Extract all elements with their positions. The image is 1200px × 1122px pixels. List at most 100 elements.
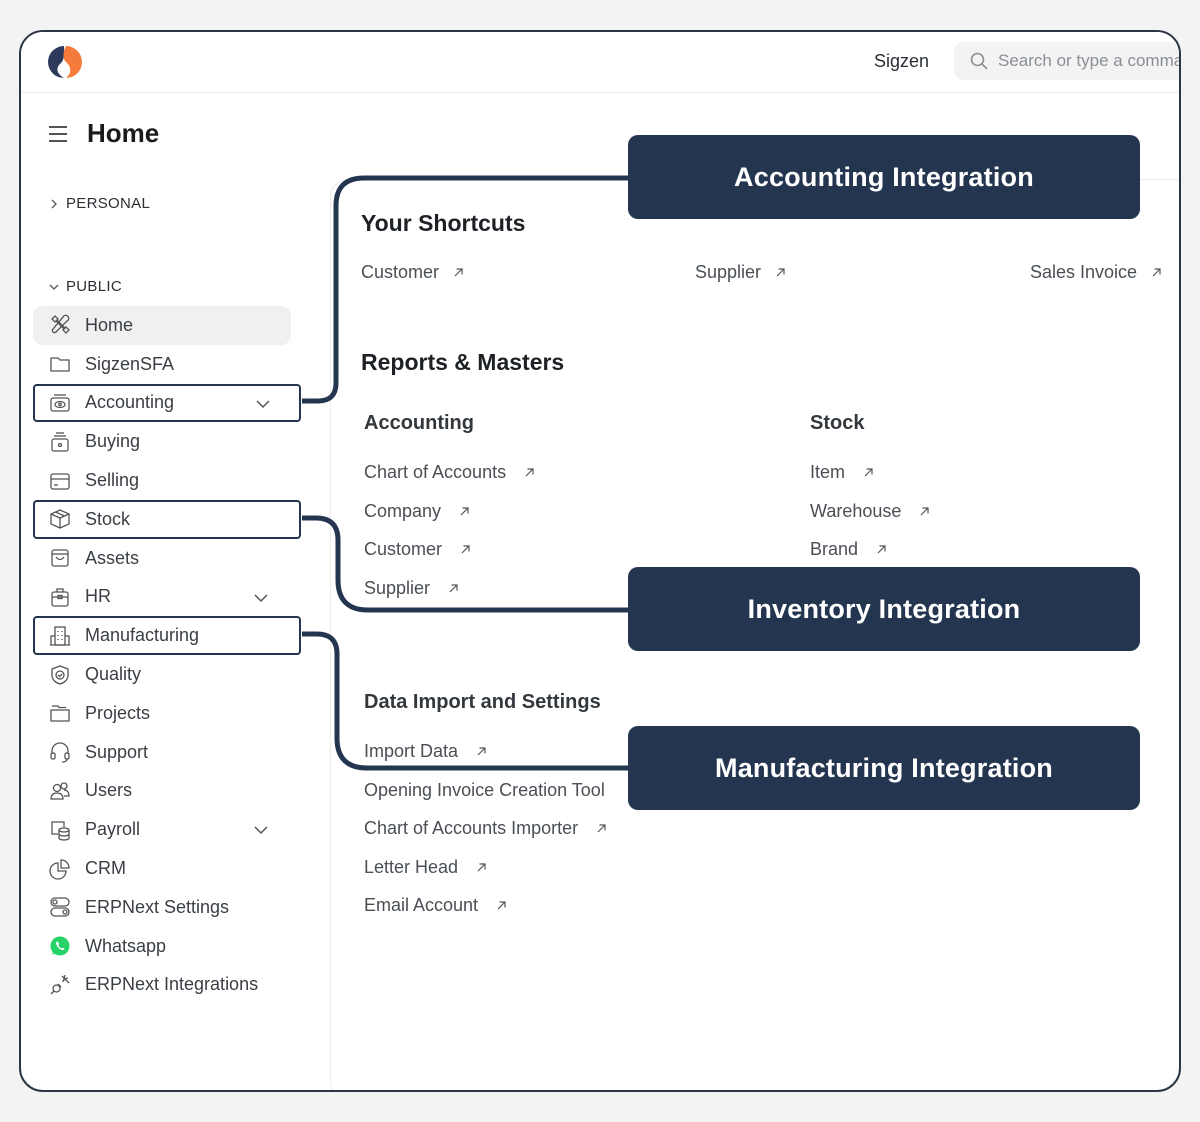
- box-icon: [50, 509, 70, 530]
- link-label: Brand: [810, 539, 859, 559]
- sidebar-item-label: ERPNext Settings: [85, 896, 230, 917]
- arrow-up-right-icon: [1152, 268, 1161, 277]
- shortcut-customer[interactable]: Customer: [361, 262, 464, 283]
- shortcut-sales-invoice[interactable]: Sales Invoice: [1030, 262, 1162, 283]
- data-link-letter-head[interactable]: Letter Head: [364, 857, 487, 878]
- hamburger-menu-icon[interactable]: [47, 124, 69, 144]
- sidebar-item-home[interactable]: Home: [33, 306, 291, 345]
- pie-chart-icon: [49, 858, 70, 880]
- sidebar-item-label: Assets: [85, 547, 140, 568]
- sidebar-item-crm[interactable]: CRM: [33, 849, 291, 888]
- page-header: Home: [47, 118, 159, 149]
- sidebar-item-label: HR: [85, 586, 111, 607]
- headset-icon: [50, 742, 70, 763]
- arrow-up-right-icon: [776, 268, 785, 277]
- plug-icon: [50, 974, 70, 995]
- briefcase-icon: [51, 588, 69, 607]
- sidebar-item-label: Buying: [85, 431, 141, 452]
- link-label: Customer: [364, 539, 443, 559]
- sidebar-item-support[interactable]: Support: [33, 733, 291, 772]
- sidebar-section-personal[interactable]: PERSONAL: [48, 195, 150, 212]
- callout-inventory-integration: Inventory Integration: [628, 567, 1140, 651]
- data-link-import-data[interactable]: Import Data: [364, 741, 487, 762]
- sidebar-item-projects[interactable]: Projects: [33, 694, 291, 733]
- data-import-title: Data Import and Settings: [364, 691, 601, 713]
- sidebar-item-users[interactable]: Users: [33, 772, 291, 811]
- sidebar-item-whatsapp[interactable]: Whatsapp: [33, 927, 291, 966]
- sidebar-item-label: CRM: [85, 858, 126, 879]
- data-link-opening-invoice-creation-tool[interactable]: Opening Invoice Creation Tool: [364, 780, 605, 801]
- search-bar[interactable]: Search or type a command: [954, 42, 1179, 80]
- chevron-down-icon[interactable]: [253, 824, 269, 836]
- users-icon: [50, 782, 70, 800]
- sidebar-item-assets[interactable]: Assets: [33, 539, 291, 578]
- money-icon: [50, 394, 70, 412]
- shortcut-label: Customer: [361, 262, 440, 282]
- bag-icon: [51, 549, 69, 567]
- link-label: Letter Head: [364, 857, 459, 877]
- callout-manufacturing-integration: Manufacturing Integration: [628, 726, 1140, 810]
- link-label: Chart of Accounts Importer: [364, 818, 579, 838]
- sidebar-item-label: Home: [85, 314, 134, 335]
- arrow-up-right-icon: [477, 863, 486, 872]
- sidebar-item-payroll[interactable]: Payroll: [33, 810, 291, 849]
- buying-icon: [51, 432, 69, 452]
- data-link-chart-of-accounts-importer[interactable]: Chart of Accounts Importer: [364, 818, 607, 839]
- sidebar-item-selling[interactable]: Selling: [33, 461, 291, 500]
- arrow-up-right-icon: [461, 545, 470, 554]
- sidebar-item-quality[interactable]: Quality: [33, 655, 291, 694]
- link-label: Supplier: [364, 578, 431, 598]
- link-label: Chart of Accounts: [364, 462, 507, 482]
- sidebar-item-label: Whatsapp: [85, 935, 167, 956]
- report-link-company[interactable]: Company: [364, 501, 470, 522]
- shortcut-label: Sales Invoice: [1030, 262, 1138, 282]
- report-link-item[interactable]: Item: [810, 462, 874, 483]
- report-link-chart-of-accounts[interactable]: Chart of Accounts: [364, 462, 535, 483]
- link-label: Opening Invoice Creation Tool: [364, 780, 605, 800]
- sidebar-item-erpnext-settings[interactable]: ERPNext Settings: [33, 888, 291, 927]
- arrow-up-right-icon: [597, 824, 606, 833]
- user-name[interactable]: Sigzen: [874, 51, 929, 72]
- arrow-up-right-icon: [497, 901, 506, 910]
- arrow-up-right-icon: [864, 468, 873, 477]
- sidebar-item-label: Projects: [85, 702, 151, 723]
- report-link-warehouse[interactable]: Warehouse: [810, 501, 930, 522]
- search-input[interactable]: Search or type a command: [998, 51, 1179, 71]
- arrow-up-right-icon: [920, 507, 929, 516]
- tools-icon: [51, 315, 70, 335]
- navbar: Sigzen Search or type a command: [21, 32, 1179, 93]
- shortcut-supplier[interactable]: Supplier: [695, 262, 786, 283]
- report-link-brand[interactable]: Brand: [810, 539, 887, 560]
- shortcuts-title: Your Shortcuts: [361, 210, 526, 236]
- sidebar-item-stock[interactable]: Stock: [33, 499, 301, 539]
- report-link-customer[interactable]: Customer: [364, 539, 471, 560]
- sidebar-item-buying[interactable]: Buying: [33, 422, 291, 461]
- report-link-supplier[interactable]: Supplier: [364, 578, 459, 599]
- app-logo[interactable]: [45, 44, 83, 80]
- sidebar-item-label: Selling: [85, 470, 140, 491]
- sidebar-item-sigzensfa[interactable]: SigzenSFA: [33, 345, 291, 384]
- reports-group-accounting-title: Accounting: [364, 412, 474, 434]
- data-link-email-account[interactable]: Email Account: [364, 895, 507, 916]
- sidebar-item-accounting[interactable]: Accounting: [33, 383, 301, 423]
- sidebar-item-label: Users: [85, 780, 133, 801]
- app-window: Sigzen Search or type a command Home PER…: [19, 30, 1181, 1092]
- section-label: PUBLIC: [66, 278, 122, 295]
- chevron-down-icon[interactable]: [253, 592, 269, 604]
- arrow-up-right-icon: [454, 268, 463, 277]
- sidebar-item-manufacturing[interactable]: Manufacturing: [33, 616, 301, 656]
- sidebar-section-public[interactable]: PUBLIC: [48, 278, 122, 295]
- page-title: Home: [87, 118, 160, 148]
- reports-group-stock-title: Stock: [810, 412, 865, 434]
- chevron-down-icon[interactable]: [255, 398, 271, 410]
- arrow-up-right-icon: [877, 545, 886, 554]
- sidebar-item-label: Accounting: [85, 392, 175, 413]
- link-label: Item: [810, 462, 846, 482]
- sidebar-item-label: SigzenSFA: [85, 353, 175, 374]
- sidebar-item-label: Quality: [85, 664, 142, 685]
- sidebar-item-label: Payroll: [85, 819, 141, 840]
- card-icon: [50, 472, 70, 490]
- arrow-up-right-icon: [460, 507, 469, 516]
- sidebar-item-erpnext-integrations[interactable]: ERPNext Integrations: [33, 966, 291, 1005]
- sidebar-item-hr[interactable]: HR: [33, 578, 291, 617]
